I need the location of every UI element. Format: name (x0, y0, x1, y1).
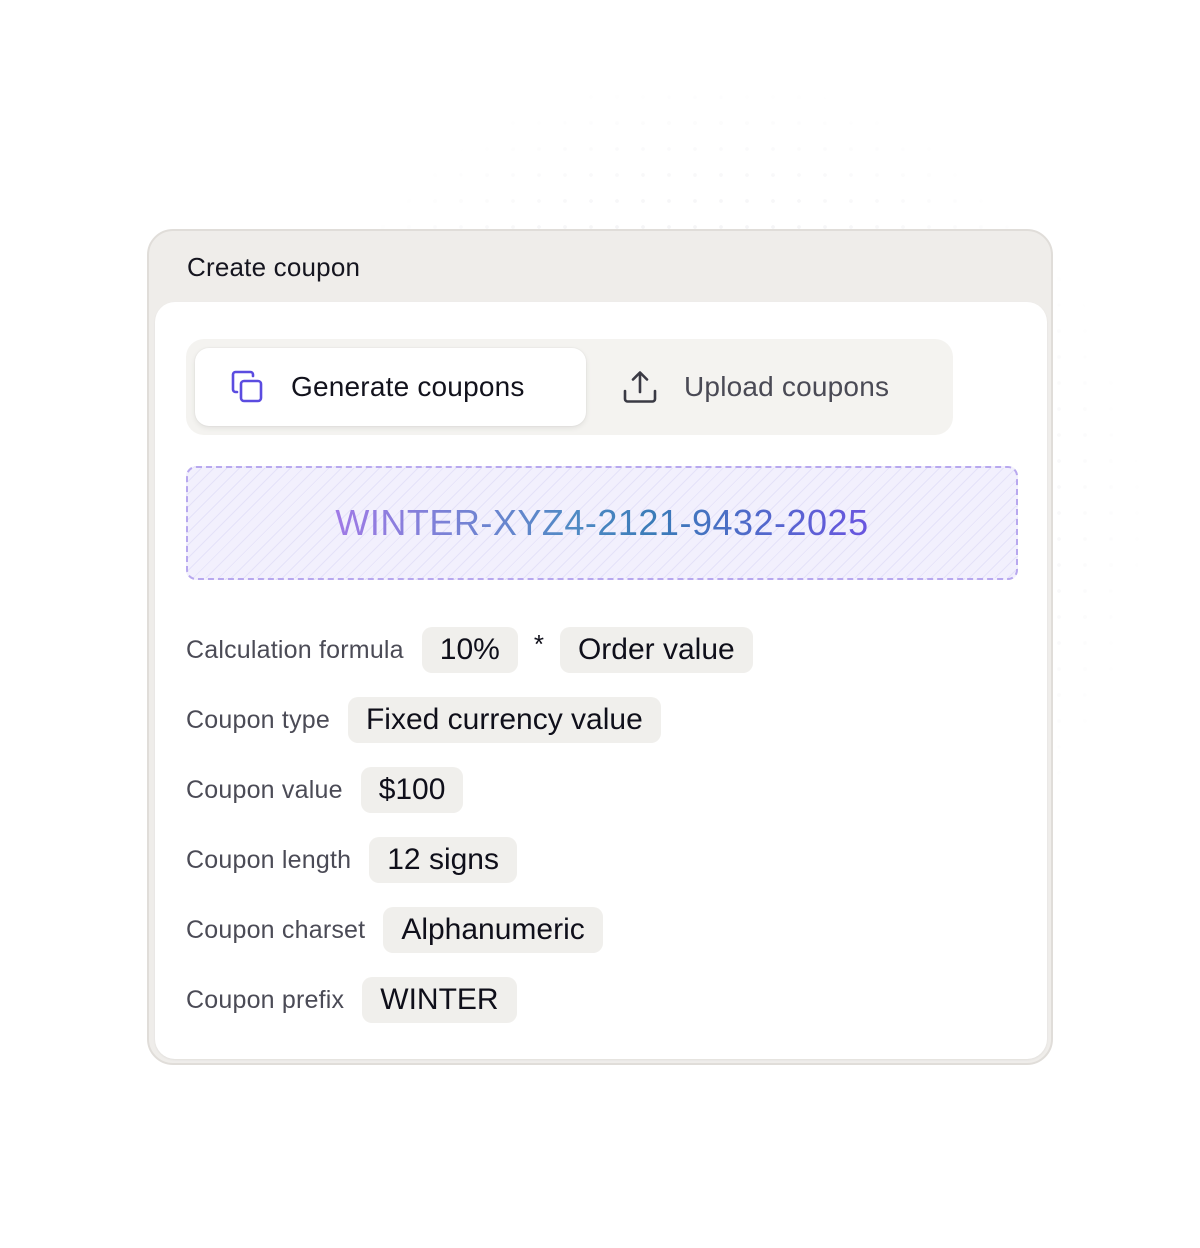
coupon-charset-chip[interactable]: Alphanumeric (383, 907, 603, 953)
coupon-source-tabs: Generate coupons Upload coupons (186, 339, 953, 435)
coupon-type-row: Coupon type Fixed currency value (186, 696, 661, 744)
coupon-type-label: Coupon type (186, 705, 330, 734)
formula-percent-chip[interactable]: 10% (421, 627, 518, 673)
coupon-prefix-row: Coupon prefix WINTER (186, 976, 517, 1024)
formula-base-chip[interactable]: Order value (559, 627, 753, 673)
coupon-value-label: Coupon value (186, 775, 343, 804)
coupon-type-chip[interactable]: Fixed currency value (347, 697, 661, 743)
coupon-charset-label: Coupon charset (186, 915, 366, 944)
tab-upload-coupons-label: Upload coupons (684, 371, 890, 402)
card-title: Create coupon (187, 252, 361, 282)
coupon-prefix-label: Coupon prefix (186, 985, 345, 1014)
coupon-length-row: Coupon length 12 signs (186, 836, 517, 884)
tab-upload-coupons[interactable]: Upload coupons (616, 348, 946, 426)
tab-generate-coupons-label: Generate coupons (291, 371, 525, 402)
upload-icon (620, 367, 660, 407)
copy-icon (227, 367, 267, 407)
create-coupon-card: Create coupon Generate coupons Upload co… (147, 229, 1053, 1065)
formula-operator: * (533, 628, 544, 659)
coupon-code-preview: WINTER-XYZ4-2121-9432-2025 (186, 466, 1018, 580)
coupon-prefix-chip[interactable]: WINTER (362, 977, 517, 1023)
card-body: Generate coupons Upload coupons WINTER-X… (155, 302, 1047, 1059)
coupon-code-text: WINTER-XYZ4-2121-9432-2025 (335, 502, 869, 543)
coupon-charset-row: Coupon charset Alphanumeric (186, 906, 603, 954)
coupon-length-label: Coupon length (186, 845, 352, 874)
coupon-value-chip[interactable]: $100 (360, 767, 464, 813)
coupon-length-chip[interactable]: 12 signs (369, 837, 517, 883)
calculation-formula-row: Calculation formula 10% * Order value (186, 626, 753, 674)
coupon-value-row: Coupon value $100 (186, 766, 464, 814)
tab-generate-coupons[interactable]: Generate coupons (195, 348, 586, 426)
calculation-formula-label: Calculation formula (186, 635, 404, 664)
